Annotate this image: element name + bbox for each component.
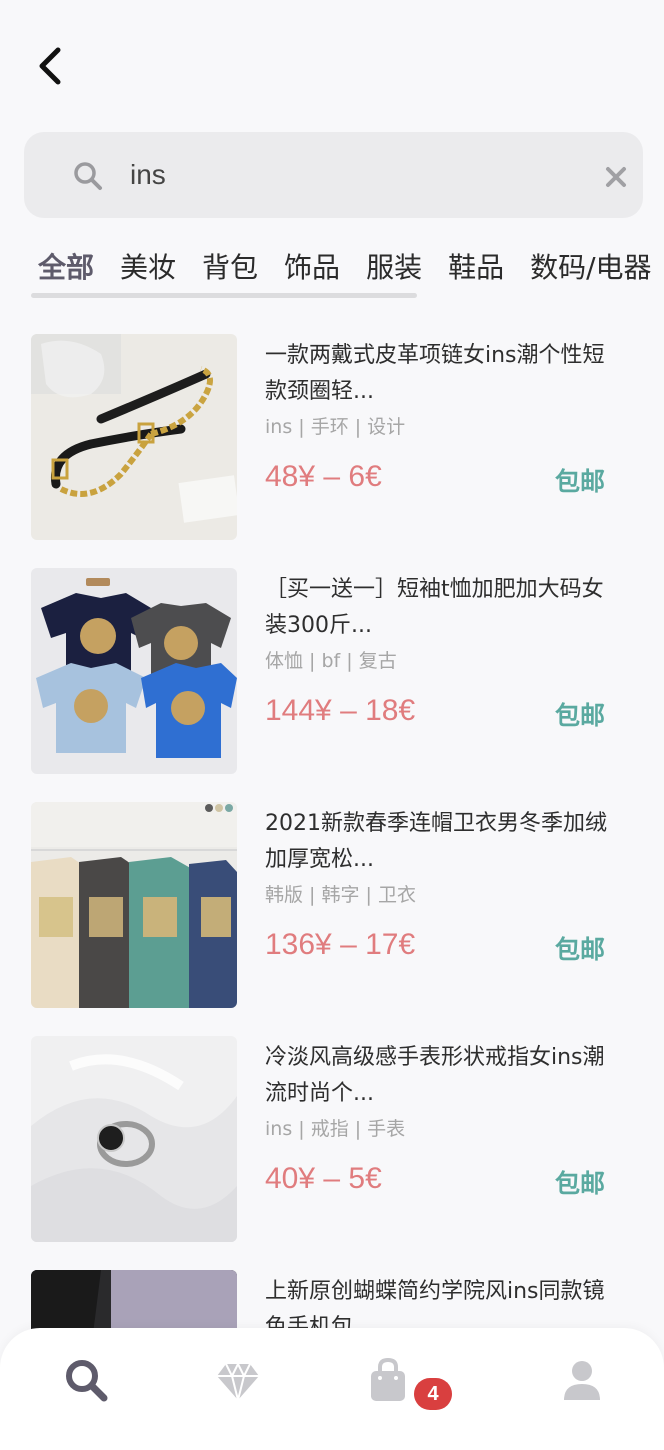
product-image	[31, 568, 237, 774]
product-title: ［买一送一］短袖t恤加肥加大码女装300斤...	[265, 577, 604, 638]
search-input[interactable]	[130, 152, 570, 198]
user-icon	[564, 1361, 600, 1400]
tab-bags[interactable]: 背包	[202, 246, 258, 290]
nav-discover[interactable]	[214, 1356, 262, 1404]
product-image	[31, 802, 237, 1008]
product-price: 136¥ – 17€	[265, 928, 416, 961]
nav-search[interactable]	[62, 1356, 110, 1404]
product-image	[31, 1036, 237, 1242]
tab-clothing[interactable]: 服装	[366, 246, 422, 290]
free-shipping-label: 包邮	[555, 935, 606, 964]
cart-count-badge: 4	[414, 1378, 452, 1410]
product-tags: ins | 戒指 | 手表	[265, 1118, 406, 1140]
product-card[interactable]: 冷淡风高级感手表形状戒指女ins潮流时尚个... ins | 戒指 | 手表 4…	[31, 1036, 641, 1242]
search-bar	[24, 132, 643, 218]
product-title: 2021新款春季连帽卫衣男冬季加绒加厚宽松...	[265, 811, 607, 872]
tab-electronics[interactable]: 数码/电器	[530, 246, 651, 290]
chevron-left-icon	[39, 47, 61, 85]
tab-shoes[interactable]: 鞋品	[448, 246, 504, 290]
search-results-page: 全部美妆背包饰品服装鞋品数码/电器 一款两戴式皮革项链女ins潮个性短款颈圈轻.…	[0, 0, 664, 1450]
product-image	[31, 334, 237, 540]
search-icon	[72, 160, 104, 192]
product-card[interactable]: ［买一送一］短袖t恤加肥加大码女装300斤... 体恤 | bf | 复古 14…	[31, 568, 641, 774]
tab-all[interactable]: 全部	[38, 246, 94, 290]
product-price: 144¥ – 18€	[265, 694, 416, 727]
product-tags: ins | 手环 | 设计	[265, 416, 406, 438]
tab-accessories[interactable]: 饰品	[284, 246, 340, 290]
product-price: 40¥ – 5€	[265, 1162, 382, 1195]
product-title: 一款两戴式皮革项链女ins潮个性短款颈圈轻...	[265, 343, 605, 404]
diamond-icon	[217, 1363, 259, 1401]
free-shipping-label: 包邮	[555, 701, 606, 730]
tab-makeup[interactable]: 美妆	[120, 246, 176, 290]
free-shipping-label: 包邮	[555, 467, 606, 496]
back-button[interactable]	[30, 44, 74, 88]
nav-profile[interactable]	[558, 1356, 606, 1404]
search-icon	[66, 1360, 108, 1402]
close-icon	[606, 167, 626, 187]
category-tabs: 全部 美妆 背包 饰品 服装 鞋品 数码/电器	[38, 246, 664, 300]
product-title: 冷淡风高级感手表形状戒指女ins潮流时尚个...	[265, 1045, 605, 1106]
bottom-navigation: 4	[0, 1328, 664, 1450]
product-tags: 韩版 | 韩字 | 卫衣	[265, 884, 416, 906]
tab-scroll-indicator	[31, 293, 417, 298]
product-card[interactable]: 2021新款春季连帽卫衣男冬季加绒加厚宽松... 韩版 | 韩字 | 卫衣 13…	[31, 802, 641, 1008]
product-price: 48¥ – 6€	[265, 460, 382, 493]
clear-search-button[interactable]	[601, 162, 631, 192]
shopping-bag-icon	[371, 1357, 405, 1401]
free-shipping-label: 包邮	[555, 1169, 606, 1198]
product-card[interactable]: 一款两戴式皮革项链女ins潮个性短款颈圈轻... ins | 手环 | 设计 4…	[31, 334, 641, 540]
product-tags: 体恤 | bf | 复古	[265, 650, 397, 672]
nav-cart[interactable]	[364, 1356, 412, 1404]
